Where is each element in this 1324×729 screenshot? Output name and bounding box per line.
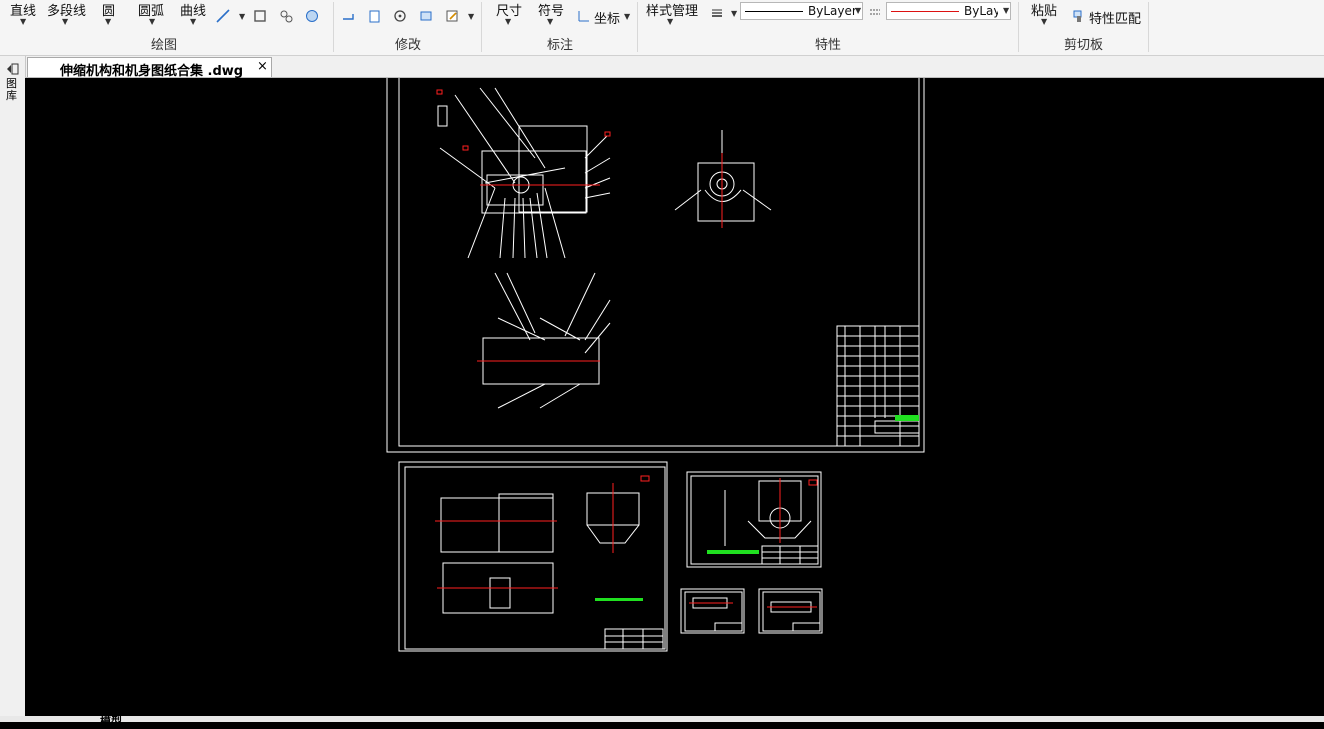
ribbon-separator	[333, 2, 334, 52]
ribbon-separator	[1018, 2, 1019, 52]
coordinate-tool-button[interactable]: 坐标	[594, 8, 620, 27]
paste-dropdown-icon[interactable]: ▼	[1041, 17, 1047, 26]
part-drawing-sheet-3[interactable]	[680, 588, 745, 634]
mirror-icon[interactable]	[419, 9, 433, 23]
match-properties-button[interactable]: 特性匹配	[1089, 8, 1141, 27]
curve-dropdown-icon[interactable]: ▼	[190, 17, 196, 26]
color-preview	[891, 11, 959, 12]
green-annotations	[595, 415, 919, 601]
region-icon[interactable]	[305, 9, 319, 23]
circle-dropdown-icon[interactable]: ▼	[105, 17, 111, 26]
line-dropdown-icon[interactable]: ▼	[20, 17, 26, 26]
linetype-value: ByLayer	[808, 4, 857, 18]
ray-dropdown-icon[interactable]: ▼	[239, 12, 245, 21]
ribbon-separator	[481, 2, 482, 52]
color-select[interactable]: ByLayer ▼	[886, 2, 1011, 20]
lineweight-icon[interactable]	[710, 6, 724, 20]
hatch-icon[interactable]	[279, 9, 293, 23]
lineweight-dropdown-icon[interactable]: ▼	[731, 9, 737, 18]
layout-tab-strip: 模型	[0, 715, 1324, 728]
linetype-preview	[745, 11, 803, 12]
linetype-dropdown-icon[interactable]: ▼	[855, 6, 861, 15]
ribbon-toolbar: 直线 ▼ 多段线 ▼ 圆 ▼ 圆弧 ▼ 曲线 ▼ ▼ 绘图 ▼ 修改 尺寸 ▼ …	[0, 0, 1324, 56]
draw-group-label: 绘图	[151, 38, 178, 53]
annotate-group-label: 标注	[547, 38, 574, 53]
color-dropdown-icon[interactable]: ▼	[1003, 6, 1009, 15]
match-properties-icon[interactable]	[1072, 9, 1086, 23]
polyline-dropdown-icon[interactable]: ▼	[62, 17, 68, 26]
cad-drawing[interactable]	[25, 78, 1324, 716]
coordinate-dropdown-icon[interactable]: ▼	[624, 12, 630, 21]
ribbon-separator	[637, 2, 638, 52]
dimension-dropdown-icon[interactable]: ▼	[505, 17, 511, 26]
coordinate-icon[interactable]	[577, 9, 591, 23]
drawing-canvas[interactable]	[25, 78, 1324, 716]
copy-icon[interactable]	[367, 9, 381, 23]
style-manager-dropdown-icon[interactable]: ▼	[667, 17, 673, 26]
part-drawing-sheet-4[interactable]	[758, 588, 823, 634]
properties-group-label: 特性	[815, 38, 842, 53]
linetype-select[interactable]: ByLayer ▼	[740, 2, 863, 20]
arc-dropdown-icon[interactable]: ▼	[149, 17, 155, 26]
centerlines	[435, 89, 818, 608]
edit-property-icon[interactable]	[445, 9, 459, 23]
modify-group-label: 修改	[395, 38, 422, 53]
side-panel: 图库	[0, 56, 26, 722]
document-tab[interactable]: 伸缩机构和机身图纸合集 .dwg ×	[27, 57, 272, 79]
rotate-icon[interactable]	[393, 9, 407, 23]
document-tab-title: 伸缩机构和机身图纸合集 .dwg	[60, 64, 244, 79]
part-drawing-sheet-1[interactable]	[398, 461, 668, 652]
clipboard-group-label: 剪切板	[1064, 38, 1104, 53]
large-assembly-sheet[interactable]	[386, 78, 925, 453]
symbol-dropdown-icon[interactable]: ▼	[547, 17, 553, 26]
move-icon[interactable]	[341, 9, 355, 23]
model-tab[interactable]: 模型	[100, 713, 122, 729]
color-value: ByLayer	[964, 4, 998, 18]
color-icon[interactable]	[868, 5, 882, 19]
modify-dropdown-icon[interactable]: ▼	[468, 12, 474, 21]
ribbon-separator	[1148, 2, 1149, 52]
close-tab-icon[interactable]: ×	[257, 59, 268, 74]
rectangle-icon[interactable]	[253, 9, 267, 23]
ray-line-icon[interactable]	[216, 9, 230, 23]
panel-toggle-icon[interactable]	[5, 63, 19, 75]
gallery-panel-label[interactable]: 图库	[6, 78, 19, 102]
